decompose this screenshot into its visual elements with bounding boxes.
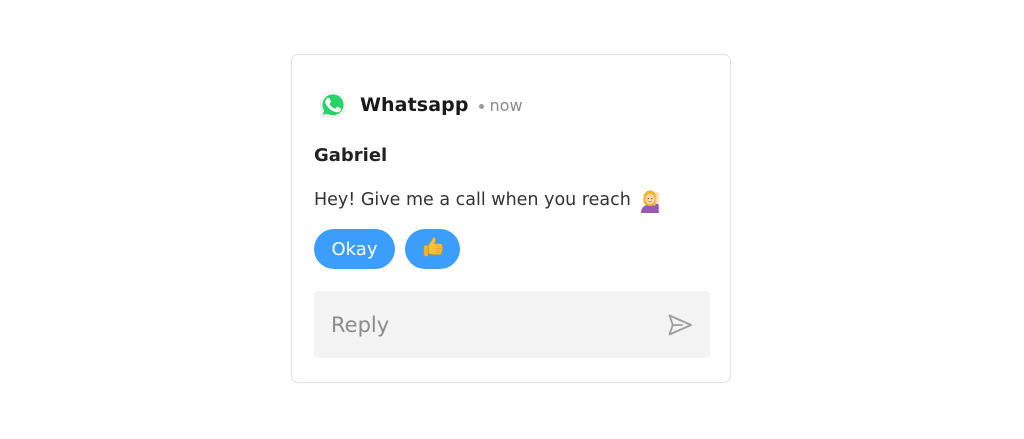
- notification-card: Whatsapp now Gabriel Hey! Give me a call…: [291, 54, 731, 383]
- reply-box: [314, 291, 710, 358]
- notification-header: Whatsapp now: [318, 90, 523, 120]
- separator-dot: [478, 103, 484, 109]
- message-body: Hey! Give me a call when you reach: [314, 190, 631, 210]
- thumbs-up-emoji: [421, 235, 445, 264]
- quick-reply-okay-button[interactable]: Okay: [314, 229, 395, 269]
- send-icon[interactable]: [666, 311, 694, 339]
- reply-input[interactable]: [314, 291, 654, 358]
- app-name: Whatsapp: [360, 94, 469, 116]
- quick-reply-thumbs-up-button[interactable]: [405, 229, 460, 269]
- woman-raising-hand-phone-emoji: [637, 187, 663, 213]
- whatsapp-icon: [318, 90, 348, 120]
- message-text: Hey! Give me a call when you reach: [314, 187, 663, 213]
- sender-name: Gabriel: [314, 145, 388, 166]
- notification-time: now: [489, 95, 523, 115]
